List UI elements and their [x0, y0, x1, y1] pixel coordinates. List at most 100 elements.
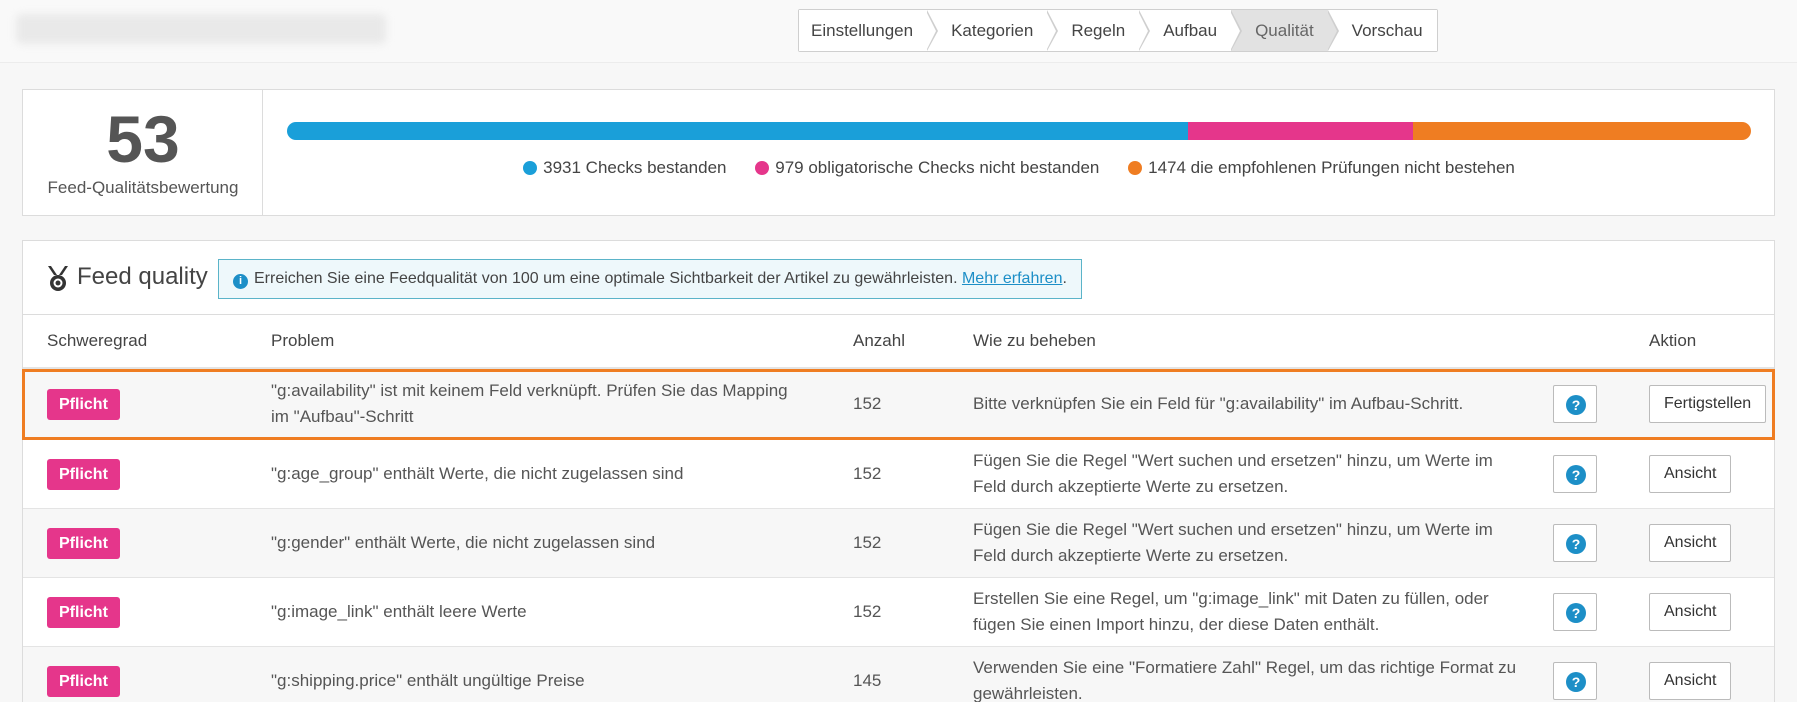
legend-label: 1474 die empfohlenen Prüfungen nicht bes… [1148, 158, 1515, 177]
fix-cell: Verwenden Sie eine "Formatiere Zahl" Reg… [973, 655, 1553, 702]
count-cell: 152 [853, 394, 882, 413]
help-button[interactable]: ? [1553, 662, 1597, 700]
severity-badge: Pflicht [47, 528, 120, 559]
problem-cell: "g:gender" enthält Werte, die nicht zuge… [271, 530, 831, 556]
header-count: Anzahl [853, 331, 905, 350]
header-fix: Wie zu beheben [973, 331, 1096, 350]
help-button[interactable]: ? [1553, 385, 1597, 423]
problem-cell: "g:shipping.price" enthält ungültige Pre… [271, 668, 831, 694]
problem-text: "g:shipping.price" enthält ungültige Pre… [271, 671, 585, 690]
score-value: 53 [106, 102, 180, 176]
legend-label: 3931 Checks bestanden [543, 158, 727, 177]
table-header: Schweregrad Problem Anzahl Wie zu behebe… [23, 315, 1774, 369]
step-label: Kategorien [951, 21, 1034, 40]
step-label: Aufbau [1163, 21, 1218, 40]
severity-badge: Pflicht [47, 597, 120, 628]
step-label: Qualität [1255, 21, 1314, 40]
help-button[interactable]: ? [1553, 455, 1597, 493]
info-text: Erreichen Sie eine Feedqualität von 100 … [254, 270, 958, 287]
question-icon: ? [1566, 672, 1586, 692]
question-icon: ? [1566, 534, 1586, 554]
fix-text: Bitte verknüpfen Sie ein Feld für "g:ava… [973, 394, 1464, 413]
score-label: Feed-Qualitätsbewertung [47, 178, 239, 197]
blurred-feed-title [16, 14, 386, 44]
wizard-stepper: Einstellungen Kategorien Regeln Aufbau Q… [798, 9, 1438, 52]
checks-progress-bar [287, 122, 1751, 140]
step-label: Vorschau [1351, 21, 1423, 40]
question-icon: ? [1566, 603, 1586, 623]
recommended-failed-dot-icon [1128, 161, 1143, 175]
view-button[interactable]: Ansicht [1649, 662, 1732, 700]
table-row: Pflicht "g:gender" enthält Werte, die ni… [23, 509, 1774, 578]
count-cell: 152 [853, 533, 882, 552]
info-icon: i [233, 274, 248, 289]
panel-header: Feed quality i Erreichen Sie eine Feedqua… [23, 241, 1774, 315]
fix-text: fügen Sie einen Import hinzu, der diese … [973, 615, 1380, 634]
count-cell: 145 [853, 671, 882, 690]
legend-item-recommended-failed: 1474 die empfohlenen Prüfungen nicht bes… [1128, 158, 1515, 178]
view-button[interactable]: Ansicht [1649, 524, 1732, 562]
problem-text: "g:availability" ist mit keinem Feld ver… [271, 381, 788, 400]
bar-segment-mandatory-failed [1188, 122, 1413, 140]
more-info-link[interactable]: Mehr erfahren [962, 270, 1063, 287]
problem-text: "g:image_link" enthält leere Werte [271, 602, 527, 621]
panel-title: Feed quality [77, 263, 208, 290]
fix-text: Feld durch akzeptierte Werte zu ersetzen… [973, 546, 1289, 565]
fix-text: Fügen Sie die Regel "Wert suchen und ers… [973, 520, 1493, 539]
problem-cell: "g:image_link" enthält leere Werte [271, 599, 831, 625]
passed-dot-icon [523, 161, 538, 175]
problem-text: "g:gender" enthält Werte, die nicht zuge… [271, 533, 656, 552]
step-label: Regeln [1071, 21, 1126, 40]
table-row: Pflicht "g:age_group" enthält Werte, die… [23, 440, 1774, 509]
fix-text: gewährleisten. [973, 684, 1083, 702]
info-banner: i Erreichen Sie eine Feedqualität von 100… [218, 259, 1082, 299]
fix-text: Feld durch akzeptierte Werte zu ersetzen… [973, 477, 1289, 496]
table-row: Pflicht "g:image_link" enthält leere Wer… [23, 578, 1774, 647]
count-cell: 152 [853, 464, 882, 483]
step-kategorien[interactable]: Kategorien [927, 10, 1059, 51]
score-box: 53 Feed-Qualitätsbewertung [23, 90, 263, 215]
step-aufbau[interactable]: Aufbau [1139, 10, 1243, 51]
view-button[interactable]: Ansicht [1649, 455, 1732, 493]
header-problem: Problem [271, 331, 335, 350]
fix-text: Fügen Sie die Regel "Wert suchen und ers… [973, 451, 1493, 470]
table-row: Pflicht "g:availability" ist mit keinem … [22, 369, 1775, 440]
step-regeln[interactable]: Regeln [1047, 10, 1151, 51]
step-label: Einstellungen [811, 21, 914, 40]
score-panel: 53 Feed-Qualitätsbewertung 3931 Checks b… [22, 89, 1775, 216]
fix-cell: Fügen Sie die Regel "Wert suchen und ers… [973, 448, 1553, 500]
fix-text: Erstellen Sie eine Regel, um "g:image_li… [973, 589, 1489, 608]
table-row: Pflicht "g:shipping.price" enthält ungül… [23, 647, 1774, 702]
info-suffix: . [1062, 270, 1067, 287]
feed-quality-panel: Feed quality i Erreichen Sie eine Feedqua… [22, 240, 1775, 702]
count-cell: 152 [853, 602, 882, 621]
top-bar: Einstellungen Kategorien Regeln Aufbau Q… [0, 0, 1797, 63]
checks-legend: 3931 Checks bestanden 979 obligatorische… [287, 158, 1751, 178]
severity-badge: Pflicht [47, 389, 120, 420]
legend-label: 979 obligatorische Checks nicht bestande… [775, 158, 1100, 177]
mandatory-failed-dot-icon [755, 161, 770, 175]
bar-segment-passed [287, 122, 1189, 140]
view-button[interactable]: Ansicht [1649, 593, 1732, 631]
help-button[interactable]: ? [1553, 524, 1597, 562]
complete-button[interactable]: Fertigstellen [1649, 385, 1767, 423]
header-action: Aktion [1649, 331, 1697, 350]
fix-cell: Bitte verknüpfen Sie ein Feld für "g:ava… [973, 391, 1553, 417]
step-vorschau[interactable]: Vorschau [1327, 10, 1437, 51]
problem-text: "g:age_group" enthält Werte, die nicht z… [271, 464, 684, 483]
step-einstellungen[interactable]: Einstellungen [799, 10, 939, 51]
step-qualitaet[interactable]: Qualität [1231, 10, 1339, 51]
help-button[interactable]: ? [1553, 593, 1597, 631]
legend-item-passed: 3931 Checks bestanden [523, 158, 727, 178]
header-severity: Schweregrad [47, 331, 148, 350]
severity-badge: Pflicht [47, 459, 120, 490]
question-icon: ? [1566, 465, 1586, 485]
problem-text: im "Aufbau"-Schritt [271, 407, 414, 426]
bar-segment-recommended-failed [1412, 122, 1751, 140]
severity-badge: Pflicht [47, 666, 120, 697]
legend-item-mandatory-failed: 979 obligatorische Checks nicht bestande… [755, 158, 1099, 178]
fix-cell: Fügen Sie die Regel "Wert suchen und ers… [973, 517, 1553, 569]
question-icon: ? [1566, 395, 1586, 415]
medal-icon [48, 266, 68, 291]
fix-text: Verwenden Sie eine "Formatiere Zahl" Reg… [973, 658, 1517, 677]
